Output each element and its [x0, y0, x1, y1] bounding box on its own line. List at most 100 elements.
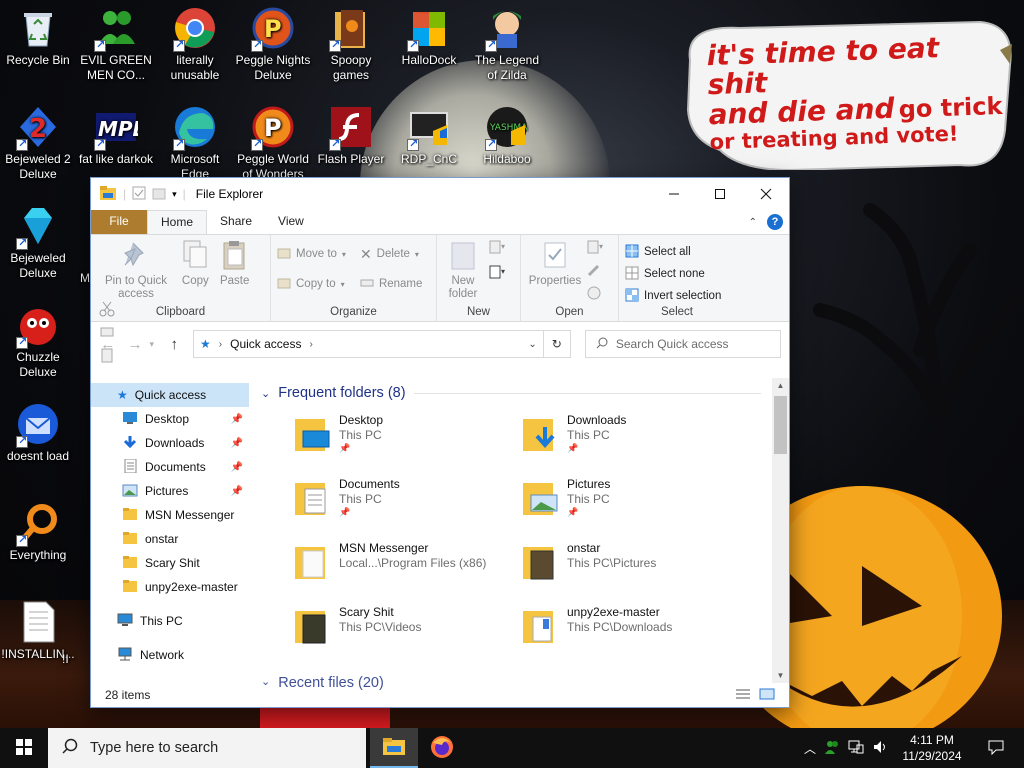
folder-tile-desktop[interactable]: Desktop This PC 📌 — [293, 409, 521, 473]
tab-share[interactable]: Share — [207, 210, 265, 234]
scrollbar-thumb[interactable] — [774, 396, 787, 454]
rename-button[interactable]: Rename — [360, 273, 422, 295]
nav-item-pictures[interactable]: Pictures 📌 — [91, 479, 249, 503]
details-view-icon[interactable] — [735, 688, 751, 703]
help-icon[interactable]: ? — [767, 214, 783, 230]
up-arrow-icon[interactable]: ↑ — [166, 336, 183, 353]
desktop-icon-peggle-world[interactable]: P Peggle World of Wonders — [235, 99, 311, 182]
refresh-button[interactable]: ↻ — [543, 330, 571, 358]
edit-icon[interactable] — [586, 262, 608, 281]
desktop-icon-peggle-nights[interactable]: P Peggle Nights Deluxe — [235, 0, 311, 83]
desktop-icon-bejeweled[interactable]: Bejeweled Deluxe — [0, 198, 76, 281]
folder-tile-pictures[interactable]: Pictures This PC 📌 — [521, 473, 749, 537]
clock[interactable]: 4:11 PM 11/29/2024 — [896, 732, 968, 764]
nav-item-scary-shit[interactable]: Scary Shit — [91, 551, 249, 575]
scroll-down-icon[interactable]: ▼ — [772, 671, 789, 680]
new-folder-button[interactable]: New folder — [443, 239, 483, 301]
desktop-icon-hildaboo[interactable]: YASHMA Hildaboo — [469, 99, 545, 167]
desktop-icon-rdp-cnc[interactable]: RDP_CnC — [391, 99, 467, 167]
folder-tile-scary-shit[interactable]: Scary Shit This PC\Videos — [293, 601, 521, 665]
action-center-button[interactable] — [976, 739, 1016, 758]
invert-selection-button[interactable]: Invert selection — [625, 285, 729, 307]
user-people-icon[interactable] — [824, 739, 840, 758]
frequent-folders-header[interactable]: ⌄ Frequent folders (8) — [261, 381, 789, 405]
desktop-icon-flash-player[interactable]: Flash Player — [313, 99, 389, 167]
nav-item-unpy2exe-master[interactable]: unpy2exe-master — [91, 575, 249, 599]
easy-access-icon[interactable]: ▾ — [488, 264, 510, 283]
breadcrumb-location[interactable]: Quick access — [230, 337, 301, 351]
taskbar-firefox[interactable] — [418, 728, 466, 768]
taskbar-search[interactable]: Type here to search — [48, 728, 366, 768]
nav-quick-access[interactable]: ★ Quick access — [91, 383, 249, 407]
desktop-icon-spoopy-games[interactable]: Spoopy games — [313, 0, 389, 83]
desktop-icon-legend-of-zilda[interactable]: The Legend of Zilda — [469, 0, 545, 83]
close-button[interactable] — [743, 178, 789, 210]
large-icons-view-icon[interactable] — [759, 688, 775, 703]
breadcrumb-chevron-icon[interactable]: › — [309, 339, 312, 350]
desktop-icon-label: Everything — [9, 548, 67, 562]
paste-button[interactable]: Paste — [216, 239, 254, 288]
folder-name: Documents — [339, 477, 400, 491]
maximize-button[interactable] — [697, 178, 743, 210]
forward-arrow-icon[interactable]: → — [126, 336, 143, 353]
start-button[interactable] — [0, 728, 48, 768]
paste-shortcut-icon[interactable] — [99, 347, 115, 366]
desktop-icon-chuzzle[interactable]: Chuzzle Deluxe — [0, 297, 76, 380]
desktop-icon-label: doesnt load — [6, 449, 70, 463]
copy-path-icon[interactable] — [99, 324, 115, 343]
open-icon[interactable]: ▾ — [586, 239, 608, 258]
nav-item-desktop[interactable]: Desktop 📌 — [91, 407, 249, 431]
nav-item-msn-messenger[interactable]: MSN Messenger — [91, 503, 249, 527]
properties-qa-icon[interactable] — [132, 186, 146, 203]
customize-qa-dropdown-icon[interactable]: ▾ — [172, 189, 177, 200]
history-icon[interactable] — [586, 285, 608, 304]
desktop-icon-evil-green-men[interactable]: EVIL GREEN MEN CO... — [78, 0, 154, 83]
select-all-button[interactable]: Select all — [625, 241, 729, 263]
address-bar[interactable]: ★ › Quick access › ⌄ — [193, 330, 544, 358]
nav-item-downloads[interactable]: Downloads 📌 — [91, 431, 249, 455]
volume-icon[interactable] — [872, 739, 888, 758]
new-item-icon[interactable]: ▾ — [488, 239, 510, 258]
scroll-up-icon[interactable]: ▲ — [772, 381, 789, 390]
folder-tile-documents[interactable]: Documents This PC 📌 — [293, 473, 521, 537]
taskbar-file-explorer[interactable] — [370, 728, 418, 768]
ribbon-collapse-icon[interactable]: ⌃ — [749, 217, 757, 228]
new-folder-qa-icon[interactable] — [152, 186, 166, 203]
address-dropdown-icon[interactable]: ⌄ — [528, 339, 536, 350]
tab-view[interactable]: View — [265, 210, 317, 234]
file-explorer-window[interactable]: | ▾ | File Explorer File Home Share View… — [90, 177, 790, 708]
delete-button[interactable]: ✕ Delete ▾ — [360, 243, 422, 265]
network-tray-icon[interactable] — [848, 739, 864, 758]
recent-locations-icon[interactable]: ▾ — [148, 339, 156, 350]
desktop-icon-chrome[interactable]: literally unusable — [157, 0, 233, 83]
nav-item-onstar[interactable]: onstar — [91, 527, 249, 551]
desktop-icon-hallodock[interactable]: HalloDock — [391, 0, 467, 68]
folder-tile-unpy2exe-master[interactable]: unpy2exe-master This PC\Downloads — [521, 601, 749, 665]
title-bar[interactable]: | ▾ | File Explorer — [91, 178, 789, 210]
move-to-button[interactable]: Move to ▾ — [277, 243, 346, 265]
tab-file[interactable]: File — [91, 210, 147, 234]
search-box[interactable]: Search Quick access — [584, 330, 782, 358]
nav-this-pc[interactable]: This PC — [91, 609, 249, 633]
folder-tile-onstar[interactable]: onstar This PC\Pictures — [521, 537, 749, 601]
desktop-icon-thunderbird[interactable]: doesnt load — [0, 396, 76, 464]
tab-home[interactable]: Home — [147, 210, 208, 234]
vertical-scrollbar[interactable]: ▲ ▼ — [772, 378, 789, 683]
minimize-button[interactable] — [651, 178, 697, 210]
desktop-icon-edge[interactable]: Microsoft Edge — [157, 99, 233, 182]
select-none-button[interactable]: Select none — [625, 263, 729, 285]
nav-item-documents[interactable]: Documents 📌 — [91, 455, 249, 479]
search-icon — [596, 337, 608, 352]
copy-to-button[interactable]: Copy to ▾ — [277, 273, 346, 295]
desktop-icon-everything[interactable]: Everything — [0, 495, 76, 563]
properties-button[interactable]: Properties — [527, 239, 583, 288]
show-hidden-icons-icon[interactable]: ︿ — [804, 740, 816, 757]
desktop-icon-recycle-bin[interactable]: Recycle Bin — [0, 0, 76, 68]
desktop-icon-fat-like-darkok[interactable]: MPL fat like darkok — [78, 99, 154, 167]
copy-button[interactable]: Copy — [178, 239, 212, 288]
nav-network[interactable]: Network — [91, 643, 249, 667]
folder-tile-downloads[interactable]: Downloads This PC 📌 — [521, 409, 749, 473]
desktop-icon-bejeweled-2[interactable]: 2 Bejeweled 2 Deluxe — [0, 99, 76, 182]
folder-tile-msn-messenger[interactable]: MSN Messenger Local...\Program Files (x86… — [293, 537, 521, 601]
pin-to-quick-access-button[interactable]: Pin to Quick access — [97, 239, 175, 301]
